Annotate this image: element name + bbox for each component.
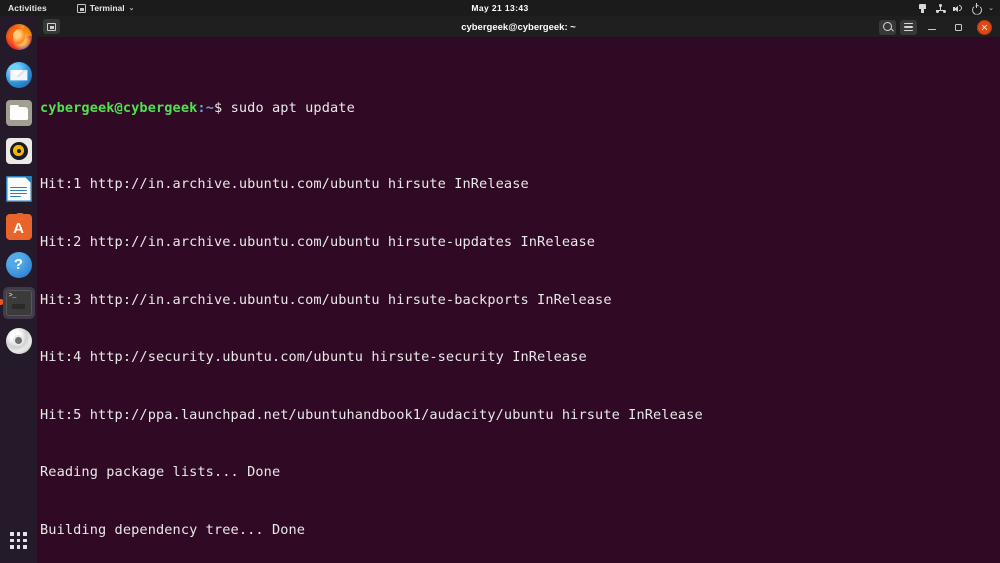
dock-item-thunderbird[interactable] bbox=[0, 56, 37, 93]
prompt-path: ~ bbox=[205, 99, 214, 116]
app-menu-button[interactable]: Terminal ⌄ bbox=[76, 0, 135, 16]
terminal-icon bbox=[5, 289, 32, 316]
maximize-icon bbox=[954, 23, 962, 31]
ubuntu-software-icon bbox=[5, 212, 32, 242]
dock-item-firefox[interactable] bbox=[0, 18, 37, 55]
minimize-button[interactable] bbox=[921, 16, 943, 38]
output-line: Hit:2 http://in.archive.ubuntu.com/ubunt… bbox=[40, 234, 596, 250]
chevron-down-icon: ⌄ bbox=[988, 4, 994, 12]
disc-icon bbox=[5, 327, 32, 354]
gnome-top-bar: Activities Terminal ⌄ May 21 13:43 ⌄ bbox=[0, 0, 1000, 16]
network-icon bbox=[935, 3, 946, 14]
dock-item-disc[interactable] bbox=[0, 322, 37, 359]
titlebar-left-controls bbox=[37, 19, 60, 34]
close-icon bbox=[981, 24, 988, 31]
minimize-icon bbox=[928, 28, 936, 31]
activities-button[interactable]: Activities bbox=[0, 0, 55, 16]
terminal-body[interactable]: cybergeek@cybergeek:~$ sudo apt update H… bbox=[37, 38, 1000, 563]
hamburger-menu-icon bbox=[903, 23, 914, 32]
new-tab-button[interactable] bbox=[43, 19, 60, 34]
close-button[interactable] bbox=[973, 16, 995, 38]
chevron-down-icon: ⌄ bbox=[128, 4, 135, 12]
dock-item-terminal[interactable] bbox=[0, 284, 37, 321]
top-bar-left: Activities Terminal ⌄ bbox=[0, 0, 134, 16]
dock bbox=[0, 16, 37, 563]
dock-item-files[interactable] bbox=[0, 94, 37, 131]
desktop-screen: Activities Terminal ⌄ May 21 13:43 ⌄ A ?… bbox=[0, 0, 1000, 563]
folder-icon bbox=[5, 99, 32, 126]
maximize-button[interactable] bbox=[947, 16, 969, 38]
app-grid-icon bbox=[10, 532, 27, 549]
clock-area: May 21 13:43 bbox=[0, 0, 1000, 16]
dock-item-ubuntu-software[interactable] bbox=[0, 208, 37, 245]
output-line: Hit:4 http://security.ubuntu.com/ubuntu … bbox=[40, 349, 587, 366]
clock-label[interactable]: May 21 13:43 bbox=[471, 3, 528, 13]
show-applications-button[interactable] bbox=[0, 522, 37, 559]
window-title: cybergeek@cybergeek: ~ bbox=[37, 16, 1000, 38]
volume-icon bbox=[953, 3, 964, 14]
document-icon bbox=[5, 175, 32, 202]
output-line: Building dependency tree... Done bbox=[40, 521, 306, 538]
thunderbird-icon bbox=[5, 61, 32, 88]
window-titlebar[interactable]: cybergeek@cybergeek: ~ bbox=[37, 16, 1000, 38]
output-line: Hit:5 http://ppa.launchpad.net/ubuntuhan… bbox=[40, 406, 703, 423]
prompt-user-host: cybergeek@cybergeek bbox=[40, 99, 198, 116]
window-title-label: cybergeek@cybergeek: ~ bbox=[461, 21, 576, 33]
app-menu-label: Terminal bbox=[89, 3, 125, 13]
new-tab-icon bbox=[47, 22, 56, 31]
terminal-output: cybergeek@cybergeek:~$ sudo apt update H… bbox=[40, 41, 1000, 563]
dock-item-libreoffice-writer[interactable] bbox=[0, 170, 37, 207]
rhythmbox-icon bbox=[5, 137, 32, 164]
titlebar-right-controls bbox=[879, 16, 995, 38]
terminal-command: sudo apt update bbox=[230, 99, 355, 116]
close-button-circle bbox=[976, 19, 992, 35]
dock-item-rhythmbox[interactable] bbox=[0, 132, 37, 169]
main-menu-button[interactable] bbox=[900, 19, 917, 35]
help-icon bbox=[5, 251, 32, 278]
search-icon bbox=[882, 22, 893, 33]
terminal-app-icon bbox=[76, 3, 86, 13]
terminal-command-line: cybergeek@cybergeek:~$ sudo apt update bbox=[40, 99, 1000, 118]
firefox-icon bbox=[5, 23, 32, 50]
output-line: Hit:1 http://in.archive.ubuntu.com/ubunt… bbox=[40, 176, 529, 193]
search-button[interactable] bbox=[879, 19, 896, 35]
command-spacer bbox=[222, 100, 230, 116]
input-source-icon bbox=[917, 3, 928, 14]
power-icon bbox=[971, 3, 982, 14]
output-line: Hit:3 http://in.archive.ubuntu.com/ubunt… bbox=[40, 291, 612, 308]
output-line: Reading package lists... Done bbox=[40, 464, 281, 481]
system-status-area[interactable]: ⌄ bbox=[917, 0, 994, 16]
dock-item-help[interactable] bbox=[0, 246, 37, 283]
terminal-window: cybergeek@cybergeek: ~ cybergeek@cyberge… bbox=[37, 16, 1000, 563]
prompt-separator: : bbox=[197, 99, 206, 116]
